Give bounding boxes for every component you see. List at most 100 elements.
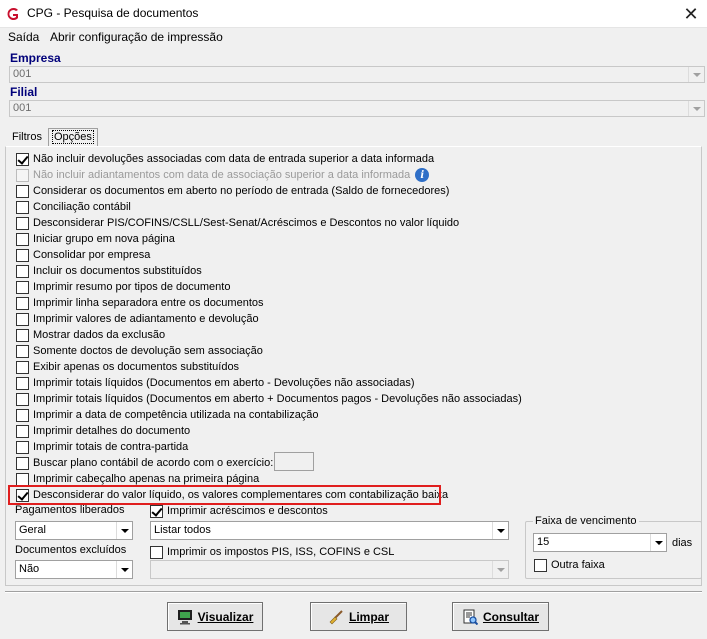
- option-checkbox[interactable]: [16, 456, 29, 470]
- option-label: Mostrar dados da exclusão: [33, 329, 166, 341]
- acrescimos-select[interactable]: Listar todos: [150, 521, 509, 540]
- acrescimos-value: Listar todos: [154, 524, 211, 536]
- empresa-value: 001: [13, 68, 32, 80]
- option-checkbox[interactable]: [16, 152, 29, 166]
- option-checkbox[interactable]: [16, 296, 29, 310]
- option-checkbox[interactable]: [16, 472, 29, 486]
- empresa-select[interactable]: 001: [9, 66, 705, 83]
- documentos-excluidos-select[interactable]: Não: [15, 560, 133, 579]
- chevron-down-icon[interactable]: [492, 522, 508, 539]
- chevron-down-icon[interactable]: [688, 101, 704, 116]
- option-label: Não incluir devoluções associadas com da…: [33, 153, 435, 165]
- chevron-down-icon[interactable]: [688, 67, 704, 82]
- pagamentos-value: Geral: [19, 524, 46, 536]
- exercicio-input[interactable]: [274, 452, 314, 471]
- filial-select[interactable]: 001: [9, 100, 705, 117]
- option-checkbox[interactable]: [16, 344, 29, 358]
- option-checkbox[interactable]: [16, 264, 29, 278]
- documentos-excluidos-value: Não: [19, 563, 40, 575]
- option-label: Imprimir valores de adiantamento e devol…: [33, 313, 259, 325]
- menu-item-abrir-configuracao[interactable]: Abrir configuração de impressão: [50, 30, 223, 44]
- outra-faixa-label: Outra faixa: [551, 559, 605, 571]
- option-checkbox[interactable]: [16, 424, 29, 438]
- option-label: Buscar plano contábil de acordo com o ex…: [33, 457, 274, 469]
- option-checkbox[interactable]: [16, 376, 29, 390]
- close-icon: ✕: [683, 3, 699, 24]
- tab-opcoes[interactable]: Opções: [48, 128, 98, 147]
- option-row[interactable]: Conciliação contábil: [16, 199, 131, 215]
- option-checkbox[interactable]: [16, 280, 29, 294]
- option-checkbox[interactable]: [16, 312, 29, 326]
- tab-opcoes-label: Opções: [52, 130, 94, 144]
- option-row[interactable]: Buscar plano contábil de acordo com o ex…: [16, 455, 273, 471]
- option-row[interactable]: Iniciar grupo em nova página: [16, 231, 175, 247]
- option-row[interactable]: Imprimir linha separadora entre os docum…: [16, 295, 264, 311]
- option-row[interactable]: Imprimir totais líquidos (Documentos em …: [16, 375, 415, 391]
- option-checkbox: [16, 168, 29, 182]
- option-label: Imprimir detalhes do documento: [33, 425, 191, 437]
- info-icon[interactable]: i: [415, 168, 430, 182]
- outra-faixa-option[interactable]: Outra faixa: [534, 557, 605, 573]
- option-checkbox[interactable]: [16, 200, 29, 214]
- option-label: Consolidar por empresa: [33, 249, 151, 261]
- option-checkbox[interactable]: [16, 392, 29, 406]
- acrescimos-option[interactable]: Imprimir acréscimos e descontos: [150, 503, 328, 519]
- option-row[interactable]: Mostrar dados da exclusão: [16, 327, 165, 343]
- visualizar-button[interactable]: Visualizar: [167, 602, 263, 631]
- chevron-down-icon[interactable]: [116, 522, 132, 539]
- option-label: Não incluir adiantamentos com data de as…: [33, 169, 411, 181]
- option-checkbox[interactable]: [16, 216, 29, 230]
- faixa-unit: dias: [672, 537, 693, 549]
- option-row[interactable]: Imprimir valores de adiantamento e devol…: [16, 311, 259, 327]
- option-row[interactable]: Somente doctos de devolução sem associaç…: [16, 343, 263, 359]
- menu-item-saida[interactable]: Saída: [8, 30, 39, 44]
- option-row[interactable]: Imprimir totais líquidos (Documentos em …: [16, 391, 522, 407]
- visualizar-label: Visualizar: [197, 609, 254, 624]
- consultar-button[interactable]: Consultar: [452, 602, 549, 631]
- outra-faixa-checkbox[interactable]: [534, 558, 547, 572]
- option-label: Iniciar grupo em nova página: [33, 233, 175, 245]
- option-row[interactable]: Imprimir a data de competência utilizada…: [16, 407, 319, 423]
- option-row[interactable]: Incluir os documentos substituídos: [16, 263, 202, 279]
- pagamentos-select[interactable]: Geral: [15, 521, 133, 540]
- option-row[interactable]: Não incluir devoluções associadas com da…: [16, 151, 434, 167]
- faixa-select[interactable]: 15: [533, 533, 667, 552]
- faixa-vencimento-title: Faixa de vencimento: [533, 515, 639, 527]
- close-button[interactable]: ✕: [676, 2, 706, 26]
- option-row[interactable]: Considerar os documentos em aberto no pe…: [16, 183, 449, 199]
- option-checkbox[interactable]: [16, 360, 29, 374]
- option-checkbox[interactable]: [16, 408, 29, 422]
- option-checkbox[interactable]: [16, 440, 29, 454]
- option-label: Imprimir cabeçalho apenas na primeira pá…: [33, 473, 260, 485]
- limpar-button[interactable]: Limpar: [310, 602, 407, 631]
- impostos-checkbox[interactable]: [150, 545, 163, 559]
- consultar-label: Consultar: [482, 609, 539, 624]
- chevron-down-icon[interactable]: [492, 561, 508, 578]
- option-row[interactable]: Imprimir resumo por tipos de documento: [16, 279, 230, 295]
- highlight-frame: [8, 485, 441, 505]
- option-row[interactable]: Desconsiderar PIS/COFINS/CSLL/Sest-Senat…: [16, 215, 459, 231]
- tab-filtros[interactable]: Filtros: [12, 131, 42, 143]
- option-checkbox[interactable]: [16, 232, 29, 246]
- option-label: Imprimir totais líquidos (Documentos em …: [33, 377, 415, 389]
- acrescimos-checkbox[interactable]: [150, 504, 163, 518]
- option-row[interactable]: Imprimir detalhes do documento: [16, 423, 190, 439]
- option-label: Conciliação contábil: [33, 201, 131, 213]
- impostos-option[interactable]: Imprimir os impostos PIS, ISS, COFINS e …: [150, 544, 394, 560]
- option-label: Imprimir linha separadora entre os docum…: [33, 297, 264, 309]
- impostos-select[interactable]: [150, 560, 509, 579]
- option-checkbox[interactable]: [16, 184, 29, 198]
- monitor-icon: [177, 609, 192, 624]
- window-title: CPG - Pesquisa de documentos: [27, 6, 199, 20]
- option-row[interactable]: Imprimir totais de contra-partida: [16, 439, 188, 455]
- broom-icon: [329, 609, 343, 624]
- filial-label: Filial: [10, 85, 38, 99]
- chevron-down-icon[interactable]: [116, 561, 132, 578]
- option-checkbox[interactable]: [16, 248, 29, 262]
- option-label: Imprimir a data de competência utilizada…: [33, 409, 319, 421]
- option-row[interactable]: Consolidar por empresa: [16, 247, 150, 263]
- option-checkbox[interactable]: [16, 328, 29, 342]
- empresa-label: Empresa: [10, 51, 61, 65]
- chevron-down-icon[interactable]: [650, 534, 666, 551]
- option-row[interactable]: Exibir apenas os documentos substituídos: [16, 359, 239, 375]
